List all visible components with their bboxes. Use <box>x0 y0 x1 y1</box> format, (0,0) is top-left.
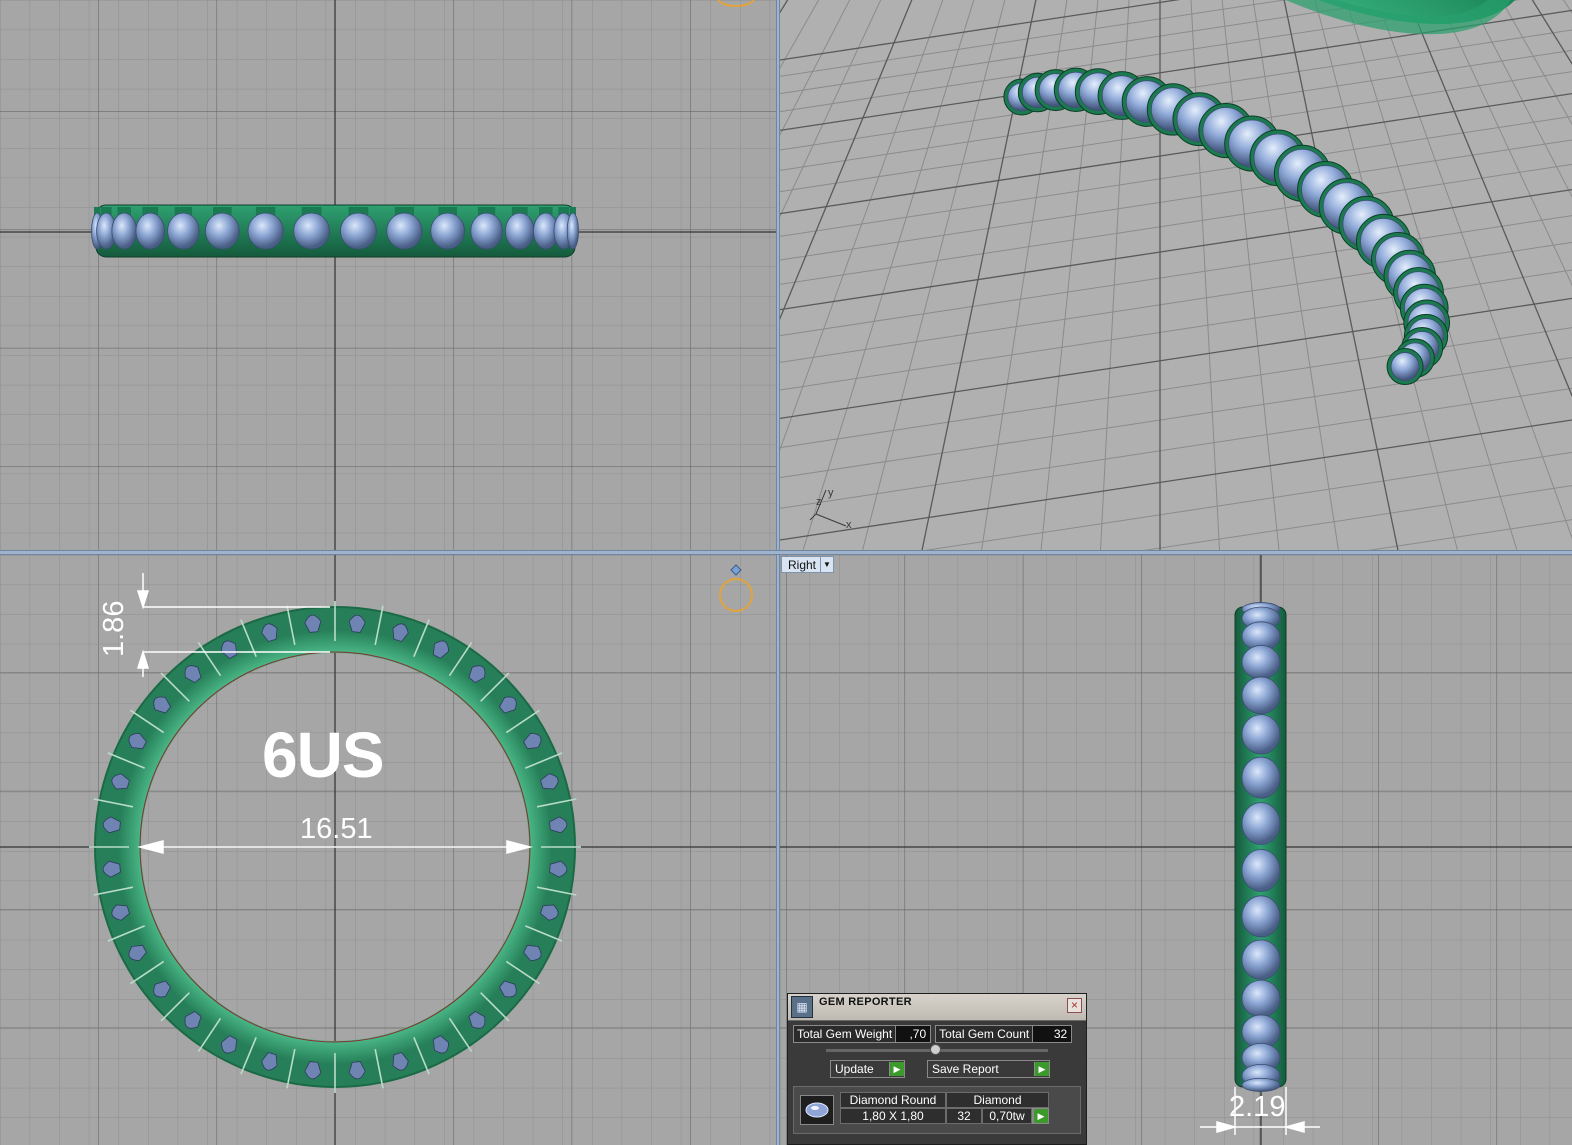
perspective-view-canvas: y z x <box>780 0 1572 550</box>
play-icon[interactable]: ▶ <box>1034 1062 1049 1076</box>
total-gem-count-value: 32 <box>1032 1026 1072 1042</box>
gem-reporter-title: GEM REPORTER <box>819 996 912 1008</box>
gem-reporter-slider[interactable] <box>826 1044 1048 1055</box>
gem <box>340 212 377 250</box>
round-diamond-icon <box>800 1095 834 1125</box>
gem <box>293 212 330 250</box>
gem <box>205 212 240 250</box>
save-report-button-label: Save Report <box>932 1062 999 1076</box>
ring-front[interactable] <box>91 204 579 258</box>
gem <box>1241 939 1281 980</box>
gem-row-action-button[interactable]: ▶ <box>1032 1108 1049 1124</box>
gem-material: Diamond <box>946 1092 1049 1108</box>
gem <box>1390 352 1420 381</box>
save-report-button[interactable]: Save Report ▶ <box>927 1060 1050 1078</box>
gem <box>505 212 535 250</box>
view-selector[interactable]: Right ▼ <box>781 556 835 573</box>
view-selector-label: Right <box>788 557 817 572</box>
gem <box>566 212 579 250</box>
gem-reporter-titlebar[interactable]: ▦ GEM REPORTER × <box>788 994 1086 1021</box>
total-gem-count-field: Total Gem Count 32 <box>935 1025 1073 1043</box>
ring-size-label: 6US <box>262 719 384 791</box>
close-icon[interactable]: × <box>1067 998 1082 1013</box>
axis-label-x: x <box>846 519 852 531</box>
viewport-divider-horizontal[interactable] <box>0 550 1572 555</box>
viewport-divider-vertical[interactable] <box>776 0 780 1145</box>
gem-reporter-panel[interactable]: ▦ GEM REPORTER × Total Gem Weight ,70 To… <box>787 993 1087 1145</box>
gem <box>111 212 137 250</box>
thickness-value: 1.86 <box>98 600 130 657</box>
gem-count: 32 <box>946 1108 982 1124</box>
ring-right[interactable] <box>1234 602 1287 1092</box>
axis-label-z: z <box>816 496 822 508</box>
axis-label-y: y <box>828 487 834 499</box>
front-view-canvas <box>0 0 776 550</box>
gem <box>1241 1077 1281 1092</box>
gem-list[interactable]: Diamond Round Diamond 1,80 X 1,80 32 0,7… <box>793 1086 1081 1134</box>
update-button[interactable]: Update ▶ <box>830 1060 905 1078</box>
gem <box>167 212 200 250</box>
gem-weight: 0,70tw <box>982 1108 1032 1124</box>
total-gem-weight-field: Total Gem Weight ,70 <box>793 1025 932 1043</box>
chevron-down-icon[interactable]: ▼ <box>820 557 833 572</box>
total-gem-weight-label: Total Gem Weight <box>797 1027 893 1041</box>
viewport-front[interactable] <box>0 0 776 550</box>
play-icon[interactable]: ▶ <box>1033 1109 1048 1123</box>
diameter-value: 16.51 <box>300 813 373 845</box>
gem <box>1241 714 1281 755</box>
update-button-label: Update <box>835 1062 874 1076</box>
gem <box>135 212 165 250</box>
gem <box>386 212 423 250</box>
gem <box>1241 756 1281 799</box>
gem-size: 1,80 X 1,80 <box>840 1108 946 1124</box>
gem <box>1241 645 1281 680</box>
gem <box>470 212 503 250</box>
play-icon[interactable]: ▶ <box>889 1062 904 1076</box>
viewport-top[interactable]: 6US 16.51 1.86 <box>0 555 776 1145</box>
viewport-perspective[interactable]: y z x <box>780 0 1572 550</box>
gem-reporter-icon: ▦ <box>791 996 813 1018</box>
gem <box>1241 979 1281 1018</box>
total-gem-weight-value: ,70 <box>895 1026 931 1042</box>
gem <box>1241 802 1281 845</box>
gem-shape: Diamond Round <box>840 1092 946 1108</box>
gem <box>430 212 465 250</box>
width-value: 2.19 <box>1229 1091 1286 1123</box>
gem <box>1241 849 1281 892</box>
total-gem-count-label: Total Gem Count <box>939 1027 1030 1041</box>
gem <box>1241 676 1281 715</box>
gem <box>247 212 284 250</box>
slider-knob[interactable] <box>930 1044 941 1055</box>
gem <box>1241 895 1281 938</box>
